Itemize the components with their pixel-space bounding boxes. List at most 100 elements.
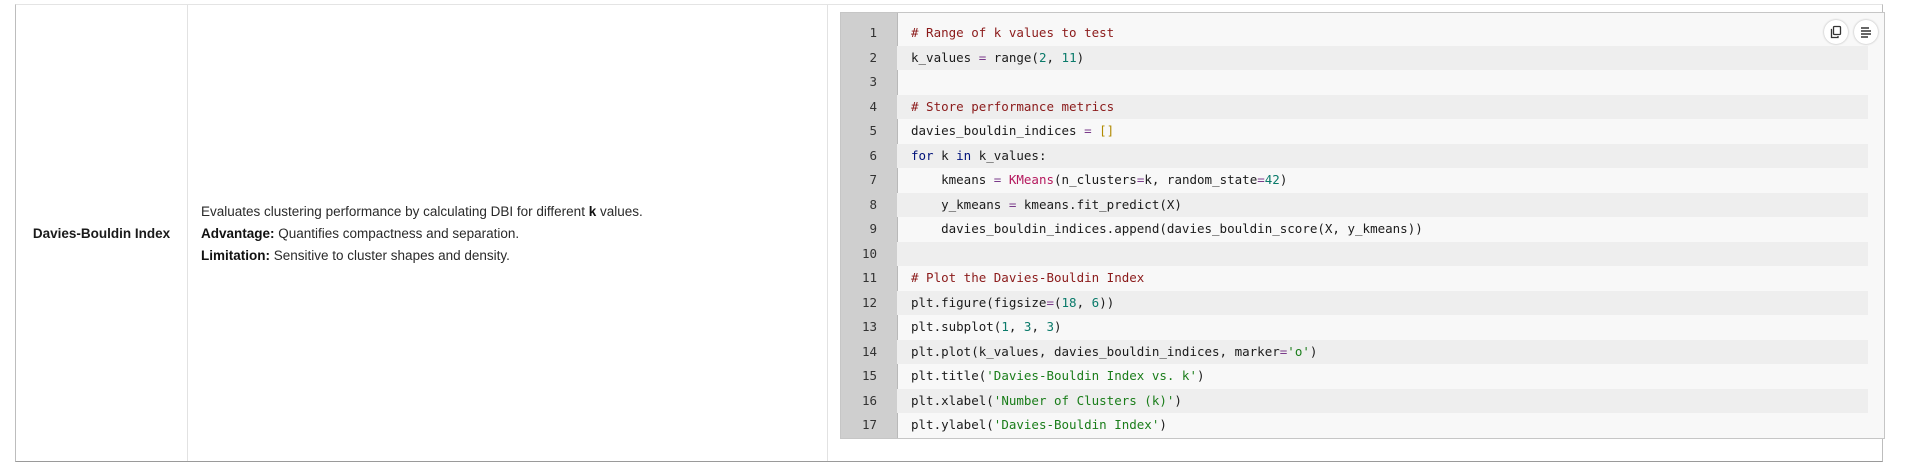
code-line: 8 y_kmeans = kmeans.fit_predict(X) [841, 192, 1884, 217]
code-token: davies_bouldin_indices.append(davies_bou… [911, 221, 1423, 236]
code-line: 17 plt.ylabel('Davies-Bouldin Index') [841, 413, 1884, 438]
code-text: y_kmeans = kmeans.fit_predict(X) [897, 192, 1868, 217]
limitation-label: Limitation: [201, 248, 270, 263]
code-token: range( [986, 49, 1039, 65]
code-token: ) [1174, 392, 1182, 408]
code-token: plt.title( [911, 368, 987, 383]
code-token: = [1084, 123, 1092, 138]
code-token: 18 [1061, 294, 1077, 310]
code-token: plt.plot(k_values, davies_bouldin_indice… [911, 343, 1280, 359]
line-number: 2 [869, 49, 877, 65]
code-line: 12 plt.figure(figsize=(18, 6)) [841, 290, 1884, 315]
code-token: k_values: [971, 147, 1047, 163]
code-line: 5 davies_bouldin_indices = [] [841, 119, 1884, 144]
code-token: ) [1076, 49, 1085, 65]
code-line: 1 # Range of k values to test [841, 21, 1884, 46]
code-token: kmeans [911, 172, 994, 187]
code-text: k_values = range(2, 11) [897, 45, 1868, 70]
code-token: 'Number of Clusters (k)' [993, 392, 1175, 408]
code-line: 10 [841, 241, 1884, 266]
code-token: , [1031, 319, 1047, 334]
code-token: kmeans.fit_predict(X) [1016, 196, 1182, 212]
code-line: 16 plt.xlabel('Number of Clusters (k)') [841, 388, 1884, 413]
line-number: 4 [869, 98, 877, 114]
code-line: 6 for k in k_values: [841, 143, 1884, 168]
description-cell: Evaluates clustering performance by calc… [188, 5, 828, 461]
wrap-lines-button[interactable] [1854, 20, 1878, 44]
code-token: ) [1279, 172, 1288, 187]
code-token: ) [1309, 343, 1318, 359]
code-text: # Range of k values to test [897, 21, 1868, 46]
code-text: plt.title('Davies-Bouldin Index vs. k') [897, 364, 1868, 389]
code-token: k [933, 147, 957, 163]
code-block: 1 # Range of k values to test 2 k_values = … [840, 12, 1885, 439]
code-token: 'Davies-Bouldin Index' [993, 417, 1160, 432]
advantage-label: Advantage: [201, 226, 275, 241]
code-token: k, random_state [1144, 172, 1258, 187]
advantage-text: Quantifies compactness and separation. [274, 226, 520, 241]
code-token: )) [1099, 294, 1115, 310]
code-token: plt.subplot( [911, 319, 1002, 334]
code-line: 11 # Plot the Davies-Bouldin Index [841, 266, 1884, 291]
line-number: 17 [861, 417, 877, 432]
code-token: 'o' [1287, 343, 1310, 359]
code-text: for k in k_values: [897, 143, 1868, 168]
line-number: 13 [861, 319, 877, 334]
code-token: KMeans [1008, 172, 1055, 187]
line-number: 11 [861, 270, 877, 285]
code-token: 3 [1046, 319, 1055, 334]
copy-icon [1830, 25, 1842, 39]
code-lines: 1 # Range of k values to test 2 k_values = … [841, 21, 1884, 438]
code-text: plt.xlabel('Number of Clusters (k)') [897, 388, 1868, 413]
code-token: (n_clusters [1054, 172, 1137, 187]
metric-name: Davies-Bouldin Index [32, 225, 171, 241]
code-line: 15 plt.title('Davies-Bouldin Index vs. k'… [841, 364, 1884, 389]
code-token: in [956, 147, 972, 163]
code-text: plt.plot(k_values, davies_bouldin_indice… [897, 339, 1868, 364]
code-line: 2 k_values = range(2, 11) [841, 45, 1884, 70]
copy-button[interactable] [1824, 20, 1848, 44]
code-line: 9 davies_bouldin_indices.append(davies_b… [841, 217, 1884, 242]
code-token: ) [1054, 319, 1062, 334]
code-line: 14 plt.plot(k_values, davies_bouldin_indi… [841, 339, 1884, 364]
code-token: plt.xlabel( [911, 392, 994, 408]
wrap-lines-icon [1861, 27, 1871, 38]
code-token: [] [1099, 123, 1115, 138]
line-number: 9 [869, 221, 877, 236]
description: Evaluates clustering performance by calc… [201, 201, 643, 267]
line-number: 16 [861, 392, 877, 408]
code-text: davies_bouldin_indices = [] [897, 119, 1868, 144]
advantage-line: Advantage: Quantifies compactness and se… [201, 223, 643, 245]
code-token: 'Davies-Bouldin Index vs. k' [986, 368, 1197, 383]
code-token: = [1046, 294, 1054, 310]
code-line: 13 plt.subplot(1, 3, 3) [841, 315, 1884, 340]
line-number: 7 [869, 172, 877, 187]
code-token: = [1257, 172, 1265, 187]
code-token: k_values [911, 49, 979, 65]
limitation-line: Limitation: Sensitive to cluster shapes … [201, 245, 643, 267]
code-token: y_kmeans [911, 196, 1009, 212]
line-number: 8 [869, 196, 877, 212]
code-text: # Plot the Davies-Bouldin Index [897, 266, 1868, 291]
code-token: ) [1196, 368, 1205, 383]
code-text: plt.ylabel('Davies-Bouldin Index') [897, 413, 1868, 438]
code-line: 7 kmeans = KMeans(n_clusters=k, random_s… [841, 168, 1884, 193]
line-number: 10 [861, 245, 877, 261]
code-toolbar [1824, 20, 1878, 44]
line-number: 15 [861, 368, 877, 383]
code-token: ) [1159, 417, 1167, 432]
code-text [897, 241, 1868, 266]
metric-name-cell: Davies-Bouldin Index [16, 5, 188, 461]
code-text: plt.subplot(1, 3, 3) [897, 315, 1868, 340]
code-token: 11 [1061, 49, 1077, 65]
code-token: # Plot the Davies-Bouldin Index [911, 270, 1145, 285]
code-token: , [1046, 49, 1062, 65]
code-token: # Range of k values to test [911, 25, 1115, 40]
code-token: davies_bouldin_indices [911, 123, 1085, 138]
table-row: Davies-Bouldin Index Evaluates clusterin… [15, 4, 1885, 462]
code-text: davies_bouldin_indices.append(davies_bou… [897, 217, 1868, 242]
code-token: 42 [1264, 172, 1280, 187]
line-number: 1 [869, 25, 877, 40]
